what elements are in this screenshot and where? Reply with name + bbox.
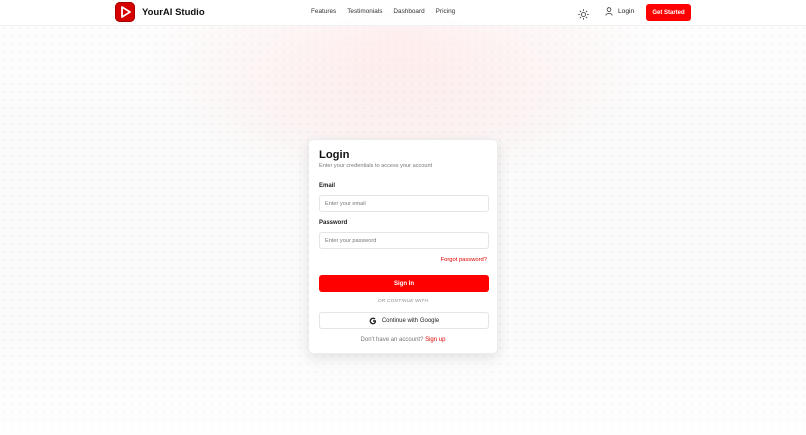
login-link[interactable]: Login [605, 7, 634, 16]
login-card: Login Enter your credentials to access y… [308, 139, 498, 354]
email-field[interactable] [319, 195, 489, 212]
google-signin-button[interactable]: Continue with Google [319, 312, 489, 329]
email-label: Email [319, 183, 336, 189]
login-title: Login [319, 149, 350, 161]
divider-text: OR CONTINUE WITH [377, 299, 429, 304]
login-label: Login [618, 8, 635, 15]
get-started-button[interactable]: Get Started [646, 4, 691, 21]
nav-dashboard[interactable]: Dashboard [393, 8, 424, 15]
password-label: Password [319, 220, 348, 226]
brand-name: YourAI Studio [142, 6, 205, 18]
user-icon [605, 7, 613, 16]
top-navbar: YourAI Studio Features Testimonials Dash… [0, 0, 806, 26]
sign-up-link[interactable]: Sign up [425, 337, 445, 343]
nav-features[interactable]: Features [311, 8, 336, 15]
signup-row: Don't have an account? Sign up [309, 337, 497, 343]
nav-testimonials[interactable]: Testimonials [347, 8, 382, 15]
sign-in-button[interactable]: Sign In [319, 275, 489, 292]
forgot-password-link[interactable]: Forgot password? [441, 257, 487, 263]
google-icon [369, 317, 376, 324]
nav-pricing[interactable]: Pricing [436, 8, 456, 15]
password-field[interactable] [319, 232, 489, 249]
brand[interactable]: YourAI Studio [115, 2, 205, 22]
sun-icon[interactable] [578, 7, 589, 20]
login-subtitle: Enter your credentials to access your ac… [319, 163, 433, 169]
main-nav: Features Testimonials Dashboard Pricing [311, 8, 455, 15]
signup-prompt: Don't have an account? [360, 337, 424, 343]
play-logo-icon [115, 2, 135, 22]
google-button-label: Continue with Google [381, 317, 440, 324]
